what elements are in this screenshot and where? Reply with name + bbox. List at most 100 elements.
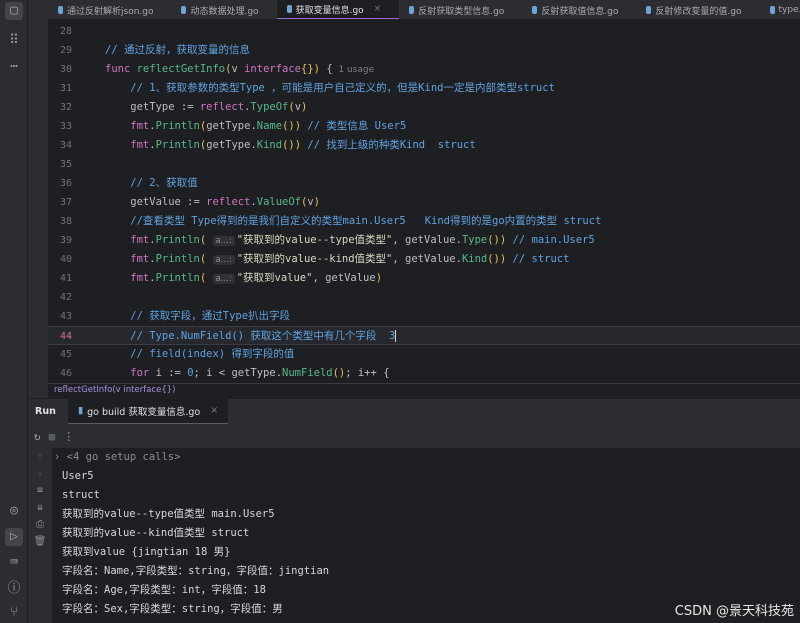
code-text: func reflectGetInfo(v interface{}) { 1 u…	[105, 60, 374, 80]
tab-2[interactable]: 获取变量信息.go ×	[276, 0, 400, 19]
code-text: getValue := reflect.ValueOf(v)	[105, 193, 320, 212]
scroll-to-end-icon[interactable]: ⇊	[28, 499, 52, 516]
line-number: 39	[60, 235, 73, 246]
line-number: 40	[60, 254, 73, 265]
console-output[interactable]: › <4 go setup calls> User5 struct 获取到的valu…	[52, 448, 800, 623]
collapsed-setup-calls[interactable]: › <4 go setup calls>	[52, 448, 800, 467]
code-text: //查看类型 Type得到的是我们自定义的类型main.User5 Kind得到…	[105, 212, 601, 231]
code-text: fmt.Println( a...: "获取到的value--type值类型", …	[105, 231, 595, 251]
code-token: Name	[256, 120, 283, 132]
code-text: fmt.Println(getType.Kind()) // 找到上级的种类Ki…	[105, 136, 475, 155]
code-text: for i := 0; i < getType.NumField(); i++ …	[105, 364, 390, 383]
code-text: fmt.Println(getType.Name()) // 类型信息 User…	[105, 117, 406, 136]
tab-1[interactable]: 动态数据处理.go	[171, 0, 276, 19]
console-line: User5	[62, 470, 94, 482]
code-line: 32 getType := reflect.TypeOf(v)	[48, 98, 800, 117]
code-token: )	[375, 272, 383, 284]
problems-icon[interactable]: ⓘ	[5, 580, 23, 598]
more-options-icon[interactable]: ⋮	[63, 430, 74, 443]
line-number: 35	[60, 159, 73, 170]
tab-3[interactable]: 反射获取类型信息.go	[399, 0, 522, 19]
code-line: 43 // 获取字段，通过Type扒出字段	[48, 307, 800, 326]
code-token: TypeOf	[250, 101, 289, 113]
code-token: {	[320, 63, 333, 75]
terminal-icon[interactable]: ⌨	[5, 554, 23, 572]
code-token: i :=	[155, 367, 188, 379]
line-number: 36	[60, 178, 73, 189]
code-token: "获取到value"	[236, 272, 313, 284]
code-token: {}	[301, 63, 314, 75]
code-token: "获取到的value--type值类型"	[236, 234, 393, 246]
debug-icon[interactable]: ◎	[5, 502, 23, 520]
code-token: ()	[282, 139, 295, 151]
tab-label: 动态数据处理.go	[190, 6, 259, 17]
tab-label: 反射获取类型信息.go	[418, 6, 505, 17]
trash-icon[interactable]: 🗑	[28, 533, 52, 550]
line-number: 45	[60, 349, 73, 360]
code-token: // field(index) 得到字段的值	[105, 348, 295, 360]
code-line: 29 // 通过反射，获取变量的信息	[48, 41, 800, 60]
run-icon[interactable]: ▷	[5, 528, 23, 546]
tab-label: 反射获取值信息.go	[541, 6, 619, 17]
code-token: fmt	[105, 139, 150, 151]
line-number: 33	[60, 121, 73, 132]
line-number: 37	[60, 197, 73, 208]
code-line: 36 // 2、获取值	[48, 174, 800, 193]
line-number: 30	[60, 64, 73, 75]
code-editor[interactable]: 28 29 // 通过反射，获取变量的信息 30 func reflectGetInfo…	[48, 21, 800, 383]
tab-6[interactable]: type.go	[760, 0, 800, 19]
close-icon[interactable]: ×	[210, 405, 218, 416]
close-tab-icon[interactable]: ×	[374, 4, 382, 14]
tab-4[interactable]: 反射获取值信息.go	[522, 0, 636, 19]
rerun-icon[interactable]: ↻	[34, 430, 41, 443]
project-panel-collapsed	[28, 0, 48, 400]
code-token: "获取到的value--kind值类型"	[236, 253, 393, 265]
line-number: 28	[60, 26, 73, 37]
code-line: 33 fmt.Println(getType.Name()) // 类型信息 U…	[48, 117, 800, 136]
run-tab-label: go build 获取变量信息.go	[87, 406, 201, 418]
git-icon[interactable]: ⑂	[5, 604, 23, 622]
code-token: // 通过反射，获取变量的信息	[105, 44, 250, 56]
tab-label: type.go	[778, 5, 800, 15]
code-token: Println	[155, 139, 200, 151]
code-token: Println	[155, 253, 200, 265]
code-token: // 1、获取参数的类型Type ，可能是用户自己定义的，但是Kind一定是内部…	[105, 82, 555, 94]
code-text: // 通过反射，获取变量的信息	[105, 41, 250, 60]
code-token: v	[231, 63, 245, 75]
soft-wrap-icon[interactable]: ≡	[28, 482, 52, 499]
stop-icon[interactable]: ■	[49, 430, 56, 443]
code-text: // 1、获取参数的类型Type ，可能是用户自己定义的，但是Kind一定是内部…	[105, 79, 555, 98]
code-text: getType := reflect.TypeOf(v)	[105, 98, 307, 117]
code-token: ()	[282, 120, 295, 132]
code-token: ()	[487, 234, 500, 246]
code-token: fmt	[105, 120, 150, 132]
go-file-icon	[646, 6, 652, 14]
tab-0[interactable]: 通过反射解析json.go	[48, 0, 171, 19]
left-tool-strip: ▢ ⠿ ⋯ ◎ ▷ ⌨ ⓘ ⑂	[0, 0, 28, 623]
code-text: fmt.Println( a...: "获取到的value--kind值类型", …	[105, 250, 569, 270]
line-number: 34	[60, 140, 73, 151]
line-number: 32	[60, 102, 73, 113]
code-line: 45 // field(index) 得到字段的值	[48, 345, 800, 364]
code-line: 37 getValue := reflect.ValueOf(v)	[48, 193, 800, 212]
code-token: // 类型信息 User5	[301, 120, 407, 132]
up-icon[interactable]: ↑	[28, 448, 52, 465]
code-token: Type	[461, 234, 488, 246]
go-file-icon	[181, 6, 187, 14]
console-line: 获取到的value--type值类型 main.User5	[62, 508, 275, 520]
breadcrumb[interactable]: reflectGetInfo(v interface{})	[48, 383, 800, 397]
code-token: for	[105, 367, 156, 379]
folder-icon[interactable]: ▢	[5, 2, 23, 20]
structure-icon[interactable]: ⠿	[5, 32, 23, 50]
code-token: ; i++ {	[345, 367, 390, 379]
run-tab[interactable]: ▮ go build 获取变量信息.go ×	[67, 398, 229, 425]
down-icon[interactable]: ↓	[28, 465, 52, 482]
code-line: 42	[48, 288, 800, 307]
tab-5[interactable]: 反射修改变量的值.go	[636, 0, 759, 19]
print-icon[interactable]: ⎙	[28, 516, 52, 533]
code-token: getType.	[206, 139, 257, 151]
code-text: // Type.NumField() 获取这个类型中有几个字段 3	[105, 327, 397, 346]
code-token: Println	[155, 120, 200, 132]
code-token: )	[313, 196, 320, 208]
more-icon[interactable]: ⋯	[5, 58, 23, 76]
